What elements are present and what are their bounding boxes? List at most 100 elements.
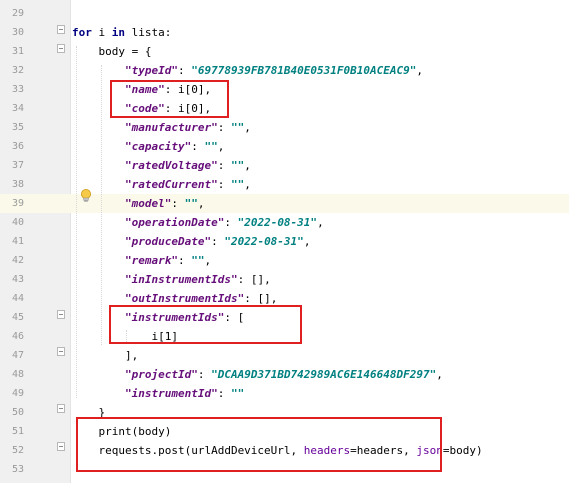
line-number: 42 bbox=[11, 255, 24, 266]
code-text: "manufacturer": "", bbox=[72, 118, 251, 137]
line-number: 33 bbox=[11, 84, 24, 95]
code-token: : bbox=[224, 216, 238, 229]
code-line[interactable]: 42 "remark": "", bbox=[0, 251, 569, 270]
code-token: : bbox=[217, 178, 231, 191]
line-number: 45 bbox=[11, 312, 24, 323]
code-token: "capacity" bbox=[124, 140, 192, 153]
line-number: 47 bbox=[11, 350, 24, 361]
line-number: 49 bbox=[11, 388, 24, 399]
code-token: "ratedVoltage" bbox=[124, 159, 218, 172]
line-number: 44 bbox=[11, 293, 24, 304]
code-line[interactable]: 30 for i in lista: bbox=[0, 23, 569, 42]
code-line[interactable]: 40 "operationDate": "2022-08-31", bbox=[0, 213, 569, 232]
code-token: "DCAA9D371BD742989AC6E146648DF297" bbox=[211, 368, 437, 381]
annotation-box-print-post bbox=[76, 417, 442, 472]
code-text: "projectId": "DCAA9D371BD742989AC6E14664… bbox=[72, 365, 443, 384]
line-number: 30 bbox=[11, 27, 24, 38]
code-text: ], bbox=[72, 346, 138, 365]
annotation-box-instrument-ids bbox=[109, 305, 302, 344]
fold-marker-icon[interactable] bbox=[57, 347, 65, 356]
code-token: , bbox=[416, 64, 424, 77]
code-text: for i in lista: bbox=[72, 23, 171, 42]
line-number: 51 bbox=[11, 426, 24, 437]
line-number: 41 bbox=[11, 236, 24, 247]
line-number: 29 bbox=[11, 8, 24, 19]
code-line[interactable]: 33 "name": i[0], bbox=[0, 80, 569, 99]
lightbulb-icon[interactable] bbox=[80, 189, 92, 203]
code-token: : bbox=[191, 140, 205, 153]
code-token: , bbox=[244, 178, 251, 191]
line-number: 53 bbox=[11, 464, 24, 475]
code-line[interactable]: 47 ], bbox=[0, 346, 569, 365]
fold-marker-icon[interactable] bbox=[57, 442, 65, 451]
line-number: 35 bbox=[11, 122, 24, 133]
code-token: "69778939FB781B40E0531F0B10ACEAC9" bbox=[191, 64, 417, 77]
code-token: body = { bbox=[72, 45, 152, 58]
code-line[interactable]: 35 "manufacturer": "", bbox=[0, 118, 569, 137]
code-token: "inInstrumentIds" bbox=[124, 273, 238, 286]
annotation-box-name-code bbox=[110, 80, 229, 118]
line-number: 37 bbox=[11, 160, 24, 171]
code-line[interactable]: 49 "instrumentId": "" bbox=[0, 384, 569, 403]
code-token: , bbox=[197, 197, 205, 210]
code-line[interactable]: 48 "projectId": "DCAA9D371BD742989AC6E14… bbox=[0, 365, 569, 384]
code-line[interactable]: 41 "produceDate": "2022-08-31", bbox=[0, 232, 569, 251]
code-token: "typeId" bbox=[124, 64, 178, 77]
code-token: "produceDate" bbox=[124, 235, 212, 248]
code-token: : bbox=[217, 121, 231, 134]
code-token: , bbox=[244, 121, 251, 134]
code-token: : bbox=[217, 159, 231, 172]
code-text: "produceDate": "2022-08-31", bbox=[72, 232, 310, 251]
code-text: "typeId": "69778939FB781B40E0531F0B10ACE… bbox=[72, 61, 423, 80]
code-token: "" bbox=[230, 387, 245, 400]
code-token: , bbox=[204, 254, 212, 267]
fold-marker-icon[interactable] bbox=[57, 25, 65, 34]
code-token: "outInstrumentIds" bbox=[124, 292, 245, 305]
code-token: lista: bbox=[125, 26, 172, 39]
code-token: "remark" bbox=[124, 254, 178, 267]
code-token: =body) bbox=[442, 444, 483, 457]
fold-marker-icon[interactable] bbox=[57, 404, 65, 413]
code-token: : bbox=[171, 197, 185, 210]
code-token: "2022-08-31" bbox=[237, 216, 318, 229]
fold-marker-icon[interactable] bbox=[57, 310, 65, 319]
indent-guide bbox=[76, 46, 77, 398]
code-line[interactable]: 36 "capacity": "", bbox=[0, 137, 569, 156]
code-token: ], bbox=[72, 349, 139, 362]
code-token: "operationDate" bbox=[124, 216, 225, 229]
code-token: "ratedCurrent" bbox=[124, 178, 218, 191]
code-token: , bbox=[436, 368, 443, 381]
code-token: "manufacturer" bbox=[124, 121, 218, 134]
line-number: 48 bbox=[11, 369, 24, 380]
code-line[interactable]: 31 body = { bbox=[0, 42, 569, 61]
code-token: "2022-08-31" bbox=[224, 235, 304, 248]
code-text: "remark": "", bbox=[72, 251, 211, 270]
line-number: 32 bbox=[11, 65, 24, 76]
code-text: "instrumentId": "" bbox=[72, 384, 244, 403]
code-token: : bbox=[217, 387, 231, 400]
code-line[interactable]: 32 "typeId": "69778939FB781B40E0531F0B10… bbox=[0, 61, 569, 80]
line-number: 34 bbox=[11, 103, 24, 114]
fold-marker-icon[interactable] bbox=[57, 44, 65, 53]
line-number: 40 bbox=[11, 217, 24, 228]
code-line[interactable]: 34 "code": i[0], bbox=[0, 99, 569, 118]
code-line[interactable]: 37 "ratedVoltage": "", bbox=[0, 156, 569, 175]
code-token: in bbox=[111, 26, 125, 39]
code-token: , bbox=[244, 159, 251, 172]
code-token: "" bbox=[191, 254, 205, 267]
code-token: : [], bbox=[244, 292, 278, 305]
code-token: "" bbox=[204, 140, 218, 153]
line-number: 43 bbox=[11, 274, 24, 285]
code-line[interactable]: 43 "inInstrumentIds": [], bbox=[0, 270, 569, 289]
code-token: , bbox=[217, 140, 225, 153]
code-token: "model" bbox=[124, 197, 172, 210]
code-line[interactable]: 29 bbox=[0, 4, 569, 23]
code-token: , bbox=[303, 235, 311, 248]
